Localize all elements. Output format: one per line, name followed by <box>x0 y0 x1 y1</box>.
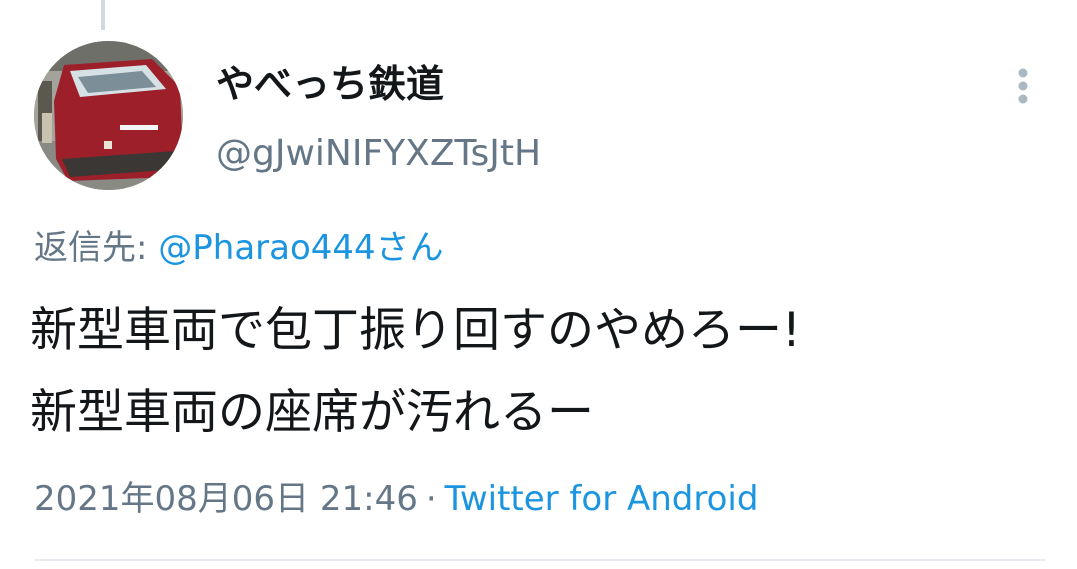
display-name[interactable]: やべっち鉄道 <box>216 60 444 108</box>
tweet-meta: 2021年08月06日 21:46 · Twitter for Android <box>34 477 758 521</box>
avatar[interactable] <box>34 41 183 190</box>
meta-separator: · <box>425 479 437 519</box>
reply-prefix: 返信先: <box>34 228 148 268</box>
reply-context: 返信先: @Pharao444さん <box>34 226 444 270</box>
tweet-text: 新型車両で包丁振り回すのやめろー! 新型車両の座席が汚れるー <box>30 290 801 454</box>
source-link[interactable]: Twitter for Android <box>445 479 759 519</box>
more-vertical-icon <box>1018 68 1028 104</box>
tweet-text-line: 新型車両で包丁振り回すのやめろー! <box>30 303 801 358</box>
timestamp[interactable]: 2021年08月06日 21:46 <box>34 479 418 519</box>
tweet-text-line: 新型車両の座席が汚れるー <box>30 385 594 440</box>
divider <box>34 559 1046 561</box>
train-photo-avatar-icon <box>34 41 183 190</box>
thread-connector-line <box>101 0 105 30</box>
reply-mention-link[interactable]: @Pharao444さん <box>158 228 443 268</box>
user-handle[interactable]: @gJwiNIFYXZTsJtH <box>216 132 541 176</box>
more-options-button[interactable] <box>1007 64 1039 108</box>
